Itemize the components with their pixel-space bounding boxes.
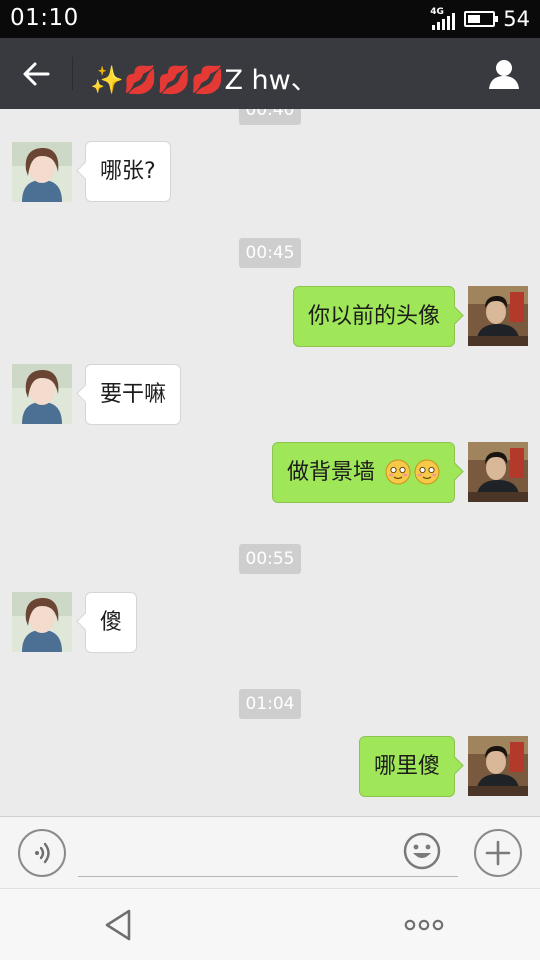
- message-list[interactable]: 00:40 哪张? 00:45 你以前的头像 要干嘛 做背景墙 00:55 傻 …: [0, 109, 540, 816]
- battery-icon: [464, 11, 499, 27]
- person-icon[interactable]: [482, 52, 526, 96]
- self-avatar[interactable]: [468, 442, 528, 502]
- status-bar: 01:10 4G 54: [0, 0, 540, 38]
- self-avatar[interactable]: [468, 736, 528, 796]
- timestamp: 00:55: [239, 544, 301, 574]
- blushing-smile-emoji: [385, 459, 411, 484]
- sent-message-bubble[interactable]: 你以前的头像: [292, 286, 455, 347]
- sent-message-bubble[interactable]: 哪里傻: [358, 736, 455, 797]
- received-message-bubble[interactable]: 傻: [85, 592, 138, 653]
- more-dots-icon[interactable]: [400, 903, 448, 947]
- battery-level: 54: [503, 7, 530, 31]
- system-nav-bar: [0, 888, 540, 960]
- self-avatar[interactable]: [468, 286, 528, 346]
- signal-icon: 4G: [430, 8, 456, 30]
- back-arrow-icon[interactable]: [14, 52, 58, 96]
- received-message-bubble[interactable]: 哪张?: [85, 141, 171, 202]
- chat-header: ✨💋💋💋Z hw、: [0, 38, 540, 109]
- chat-title: ✨💋💋💋Z hw、: [90, 65, 318, 96]
- status-icons: 4G 54: [430, 6, 530, 32]
- nav-back-triangle-icon[interactable]: [96, 903, 140, 947]
- status-time: 01:10: [10, 5, 79, 31]
- received-message-bubble[interactable]: 要干嘛: [85, 364, 182, 425]
- timestamp: 00:45: [239, 238, 301, 268]
- header-divider: [72, 57, 73, 90]
- contact-avatar[interactable]: [12, 592, 72, 652]
- message-text: 做背景墙: [286, 460, 375, 485]
- message-input-bar: [0, 816, 540, 888]
- sent-message-bubble[interactable]: 做背景墙: [271, 442, 455, 503]
- message-input[interactable]: [78, 829, 458, 877]
- contact-avatar[interactable]: [12, 142, 72, 202]
- contact-avatar[interactable]: [12, 364, 72, 424]
- blushing-smile-emoji: [414, 459, 440, 484]
- plus-icon[interactable]: [474, 829, 522, 877]
- timestamp: 00:40: [239, 109, 301, 125]
- timestamp: 01:04: [239, 689, 301, 719]
- voice-input-icon[interactable]: [18, 829, 66, 877]
- smiley-icon[interactable]: [402, 831, 442, 871]
